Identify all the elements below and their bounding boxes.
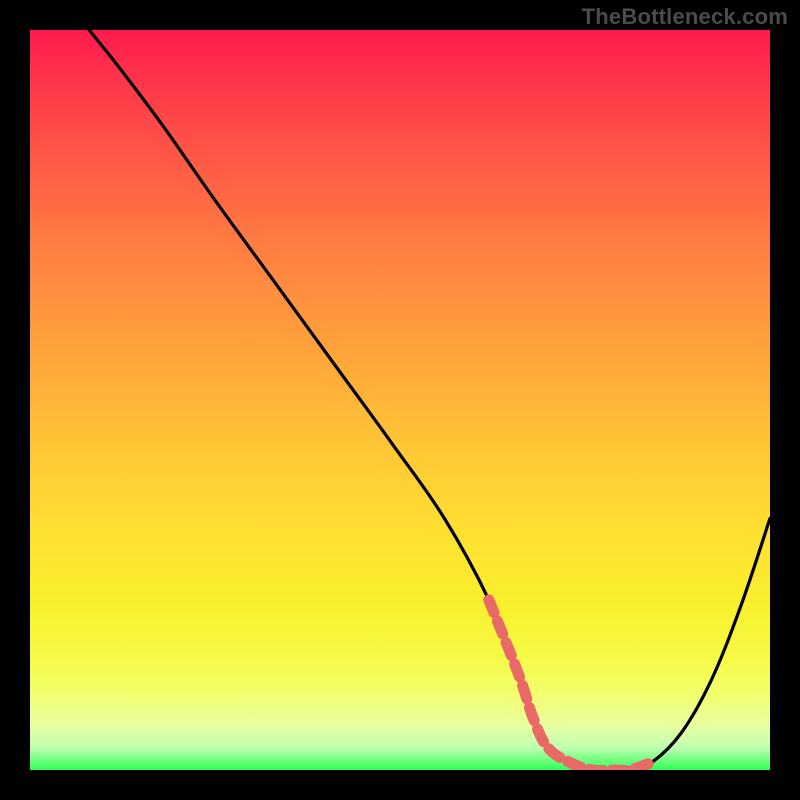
plot-area (30, 30, 770, 770)
valley-highlight (489, 600, 652, 770)
attribution-label: TheBottleneck.com (582, 4, 788, 30)
chart-frame: TheBottleneck.com (0, 0, 800, 800)
bottleneck-curve-svg (30, 30, 770, 770)
bottleneck-curve (89, 30, 770, 770)
